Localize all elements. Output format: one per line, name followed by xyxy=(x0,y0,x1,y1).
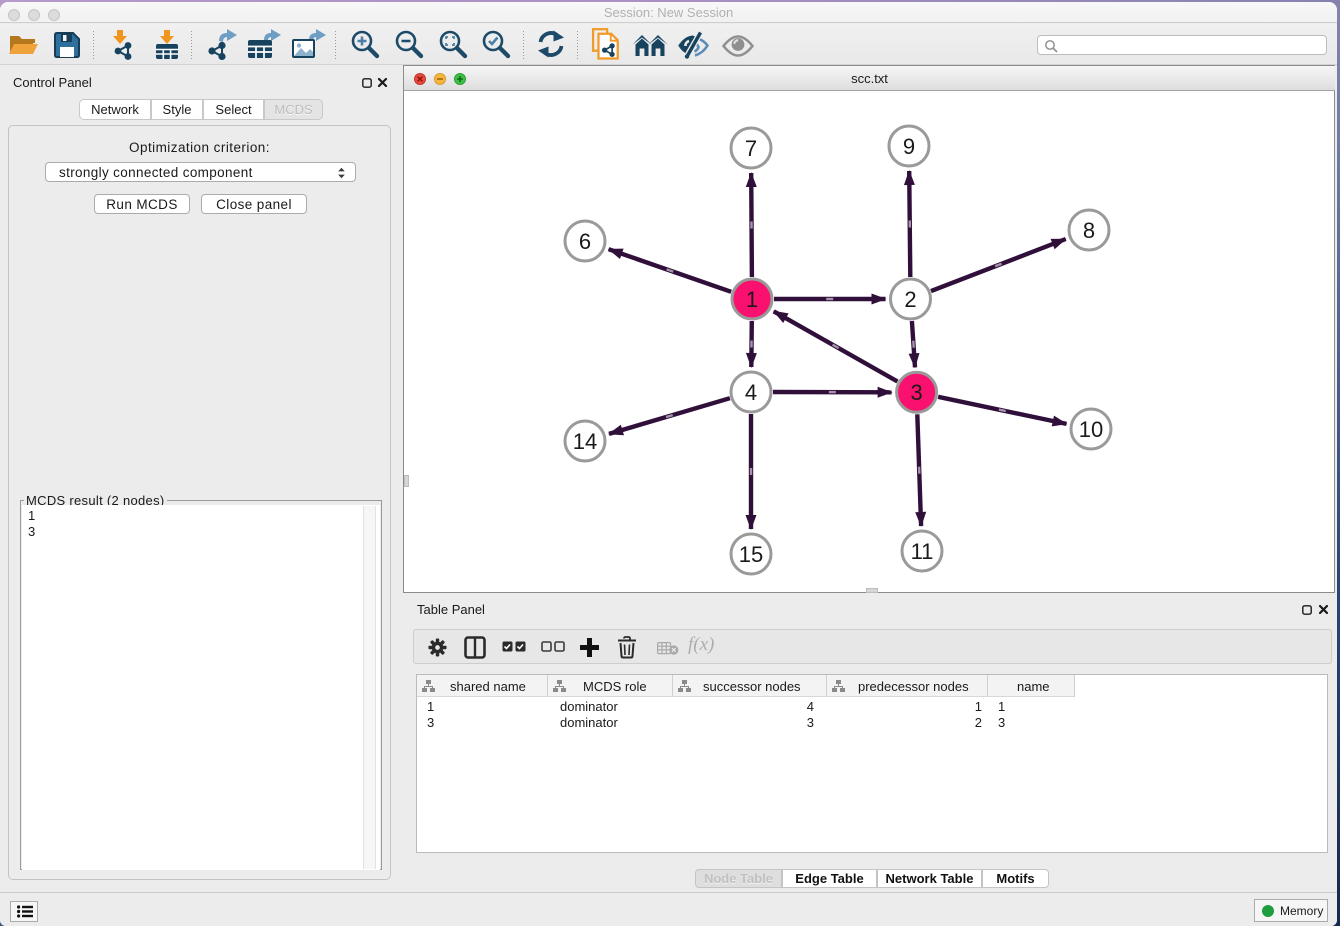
svg-text:1: 1 xyxy=(746,287,758,312)
svg-text:2: 2 xyxy=(904,287,916,312)
svg-text:3: 3 xyxy=(910,380,922,405)
svg-text:7: 7 xyxy=(745,136,757,161)
svg-text:8: 8 xyxy=(1083,218,1095,243)
svg-text:9: 9 xyxy=(903,134,915,159)
svg-text:14: 14 xyxy=(573,429,597,454)
svg-text:10: 10 xyxy=(1079,417,1103,442)
svg-text:11: 11 xyxy=(911,539,934,564)
svg-text:6: 6 xyxy=(579,229,591,254)
svg-text:4: 4 xyxy=(745,380,757,405)
svg-text:15: 15 xyxy=(739,542,763,567)
